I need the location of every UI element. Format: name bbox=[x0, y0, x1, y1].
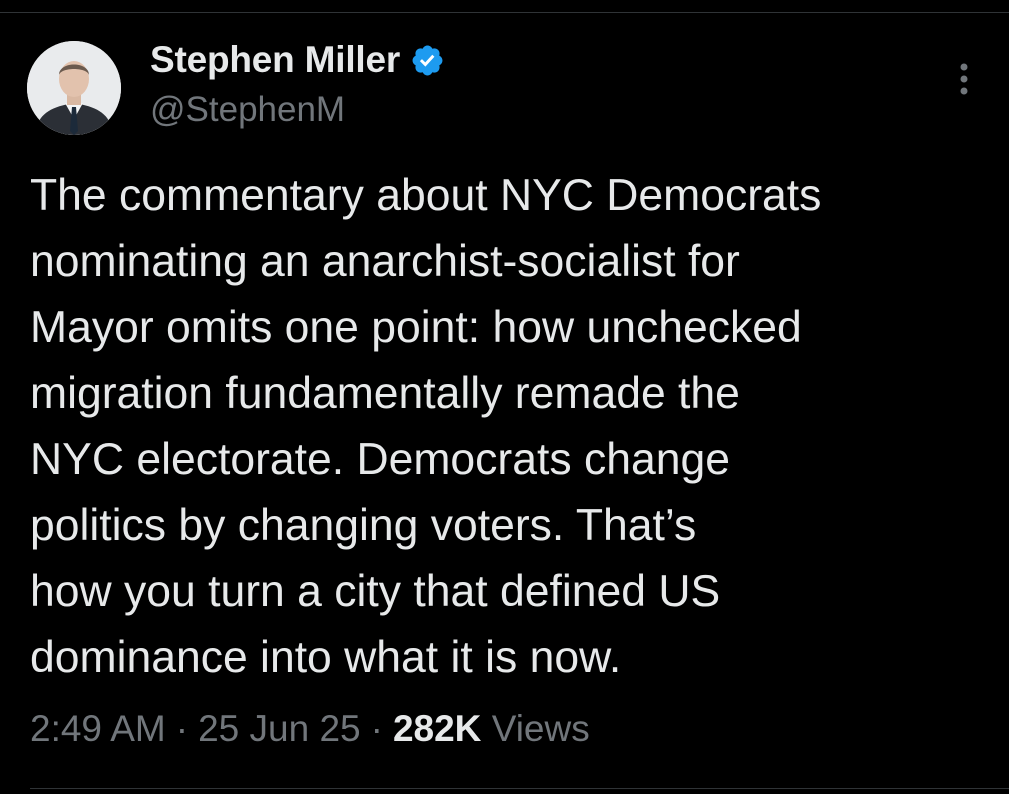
views-label: Views bbox=[481, 708, 590, 750]
tweet-meta: 2:49 AM · 25 Jun 25 · 282K Views bbox=[30, 708, 590, 750]
author-handle[interactable]: @StephenM bbox=[150, 90, 345, 130]
avatar-image bbox=[27, 41, 121, 135]
more-vertical-icon[interactable] bbox=[946, 58, 982, 100]
verified-badge-icon[interactable] bbox=[410, 43, 445, 78]
views-count[interactable]: 282K bbox=[393, 708, 481, 750]
bottom-divider bbox=[30, 788, 1009, 789]
meta-separator: · bbox=[370, 708, 383, 749]
author-display-name[interactable]: Stephen Miller bbox=[150, 39, 400, 81]
avatar[interactable] bbox=[27, 41, 121, 135]
top-divider bbox=[0, 12, 1009, 13]
author-name-row: Stephen Miller bbox=[150, 38, 445, 82]
tweet-time[interactable]: 2:49 AM bbox=[30, 708, 166, 750]
meta-separator: · bbox=[175, 708, 189, 749]
views-label-text: Views bbox=[491, 708, 590, 749]
tweet-text: The commentary about NYC Democrats nomin… bbox=[30, 171, 822, 682]
tweet-date[interactable]: 25 Jun 25 bbox=[198, 708, 361, 750]
